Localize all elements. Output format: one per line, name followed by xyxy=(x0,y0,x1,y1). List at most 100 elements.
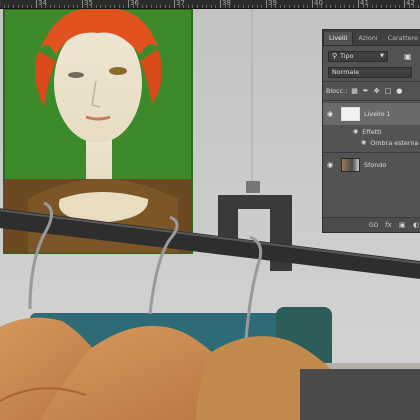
ruler-tick xyxy=(31,5,33,8)
ruler-tick xyxy=(54,5,56,8)
ruler-label: 33 xyxy=(0,0,1,8)
lock-icon[interactable]: ● xyxy=(396,87,402,95)
chevron-down-icon: ▼ xyxy=(380,53,384,59)
ruler-tick xyxy=(100,5,102,8)
image-filter-icon[interactable]: ▣ xyxy=(404,52,412,61)
layers-panel: Livelli Azioni Carattere ⚲ Tipo ▼ ▣ Norm… xyxy=(322,29,420,233)
ruler-tick xyxy=(169,5,171,8)
effects-label: Effetti xyxy=(362,127,382,136)
visibility-eye-icon[interactable]: ◉ xyxy=(361,139,366,146)
ruler-tick xyxy=(118,5,120,8)
ruler-tick xyxy=(187,5,189,8)
ruler-tick xyxy=(77,5,79,8)
ruler-label: 37 xyxy=(176,0,185,7)
ruler-tick xyxy=(123,5,125,8)
ruler-tick xyxy=(353,5,355,8)
ruler-tick xyxy=(312,0,313,8)
ruler-tick xyxy=(256,5,258,8)
adjustment-icon[interactable]: ◐ xyxy=(412,221,420,229)
lock-transparent-icon[interactable]: ▦ xyxy=(351,87,358,95)
ruler-tick xyxy=(266,0,267,8)
crop-icon[interactable]: □ xyxy=(385,87,392,95)
ruler-tick xyxy=(348,5,350,8)
ruler-label: 34 xyxy=(38,0,47,7)
ruler-tick xyxy=(146,5,148,8)
ruler-tick xyxy=(243,5,244,8)
ruler-tick xyxy=(233,5,235,8)
visibility-eye-icon[interactable]: ◉ xyxy=(353,128,358,135)
layer-row-livello-1[interactable]: ◉ Livello 1 xyxy=(323,103,420,125)
ruler-tick xyxy=(201,5,203,8)
effects-row[interactable]: ◉ Effetti xyxy=(323,126,420,137)
ruler-tick xyxy=(404,0,405,8)
effect-drop-shadow-row[interactable]: ◉ Ombra esterna xyxy=(323,137,420,148)
ruler-tick xyxy=(13,5,14,8)
blend-row: Normale xyxy=(323,66,420,78)
tab-livelli[interactable]: Livelli xyxy=(323,32,354,45)
ruler-tick xyxy=(399,5,401,8)
ruler-label: 39 xyxy=(268,0,277,7)
ruler-tick xyxy=(261,5,263,8)
ruler-tick xyxy=(164,5,166,8)
ruler-tick xyxy=(141,5,143,8)
ruler-tick xyxy=(128,0,129,8)
visibility-eye-icon[interactable]: ◉ xyxy=(323,161,337,169)
visibility-eye-icon[interactable]: ◉ xyxy=(323,110,337,118)
ruler-tick xyxy=(417,5,419,8)
ruler-tick xyxy=(390,5,392,8)
effect-drop-shadow-label: Ombra esterna xyxy=(370,138,419,147)
ruler-tick xyxy=(279,5,281,8)
ruler-tick xyxy=(325,5,327,8)
ruler-tick xyxy=(238,5,240,8)
ruler-tick xyxy=(385,5,387,8)
ruler-tick xyxy=(17,5,19,8)
ruler-tick xyxy=(114,5,116,8)
ruler-tick xyxy=(298,5,300,8)
panel-tabs: Livelli Azioni Carattere xyxy=(323,30,420,46)
lock-label: Blocc.: xyxy=(326,87,348,95)
ruler-tick xyxy=(26,5,28,8)
ruler-tick xyxy=(3,5,5,8)
document-canvas[interactable]: Livelli Azioni Carattere ⚲ Tipo ▼ ▣ Norm… xyxy=(0,9,420,420)
layer-name: Livello 1 xyxy=(364,110,391,118)
ruler-tick xyxy=(155,5,157,8)
ruler-tick xyxy=(192,5,194,8)
fx-icon[interactable]: fx xyxy=(384,221,392,229)
link-layers-icon[interactable]: GO xyxy=(369,222,378,229)
ruler-tick xyxy=(335,5,336,8)
ruler-tick xyxy=(105,5,106,8)
ruler-tick xyxy=(72,5,74,8)
ruler-tick xyxy=(8,5,10,8)
ruler-tick xyxy=(289,5,290,8)
ruler-tick xyxy=(376,5,378,8)
ruler-tick xyxy=(22,5,24,8)
ruler-tick xyxy=(197,5,198,8)
lock-row: Blocc.: ▦ ✒ ✥ □ ● xyxy=(323,85,420,97)
ruler-tick xyxy=(109,5,111,8)
brush-icon[interactable]: ✒ xyxy=(363,87,369,95)
ruler-tick xyxy=(394,5,396,8)
ruler-tick xyxy=(59,5,60,8)
mask-icon[interactable]: ▣ xyxy=(398,221,406,229)
ruler-tick xyxy=(247,5,249,8)
blend-mode-select[interactable]: Normale xyxy=(328,66,412,78)
ruler-tick xyxy=(174,0,175,8)
ruler-tick xyxy=(151,5,152,8)
filter-kind-select[interactable]: ⚲ Tipo ▼ xyxy=(328,50,388,62)
ruler-tick xyxy=(307,5,309,8)
ruler-label: 41 xyxy=(360,0,369,7)
ruler-tick xyxy=(36,0,37,8)
ruler-tick xyxy=(63,5,65,8)
tab-carattere[interactable]: Carattere xyxy=(383,32,420,45)
ruler-tick xyxy=(358,0,359,8)
horizontal-ruler: 33 34 35 36 37 38 39 40 41 42 xyxy=(0,0,420,9)
ruler-tick xyxy=(381,5,382,8)
ruler-tick xyxy=(215,5,217,8)
layer-row-sfondo[interactable]: ◉ Sfondo xyxy=(323,154,420,176)
ruler-tick xyxy=(344,5,346,8)
ruler-tick xyxy=(95,5,97,8)
panel-bottom-bar: GO fx ▣ ◐ xyxy=(323,217,420,232)
layer-thumbnail xyxy=(341,158,360,172)
tab-azioni[interactable]: Azioni xyxy=(353,32,382,45)
move-icon[interactable]: ✥ xyxy=(374,87,380,95)
